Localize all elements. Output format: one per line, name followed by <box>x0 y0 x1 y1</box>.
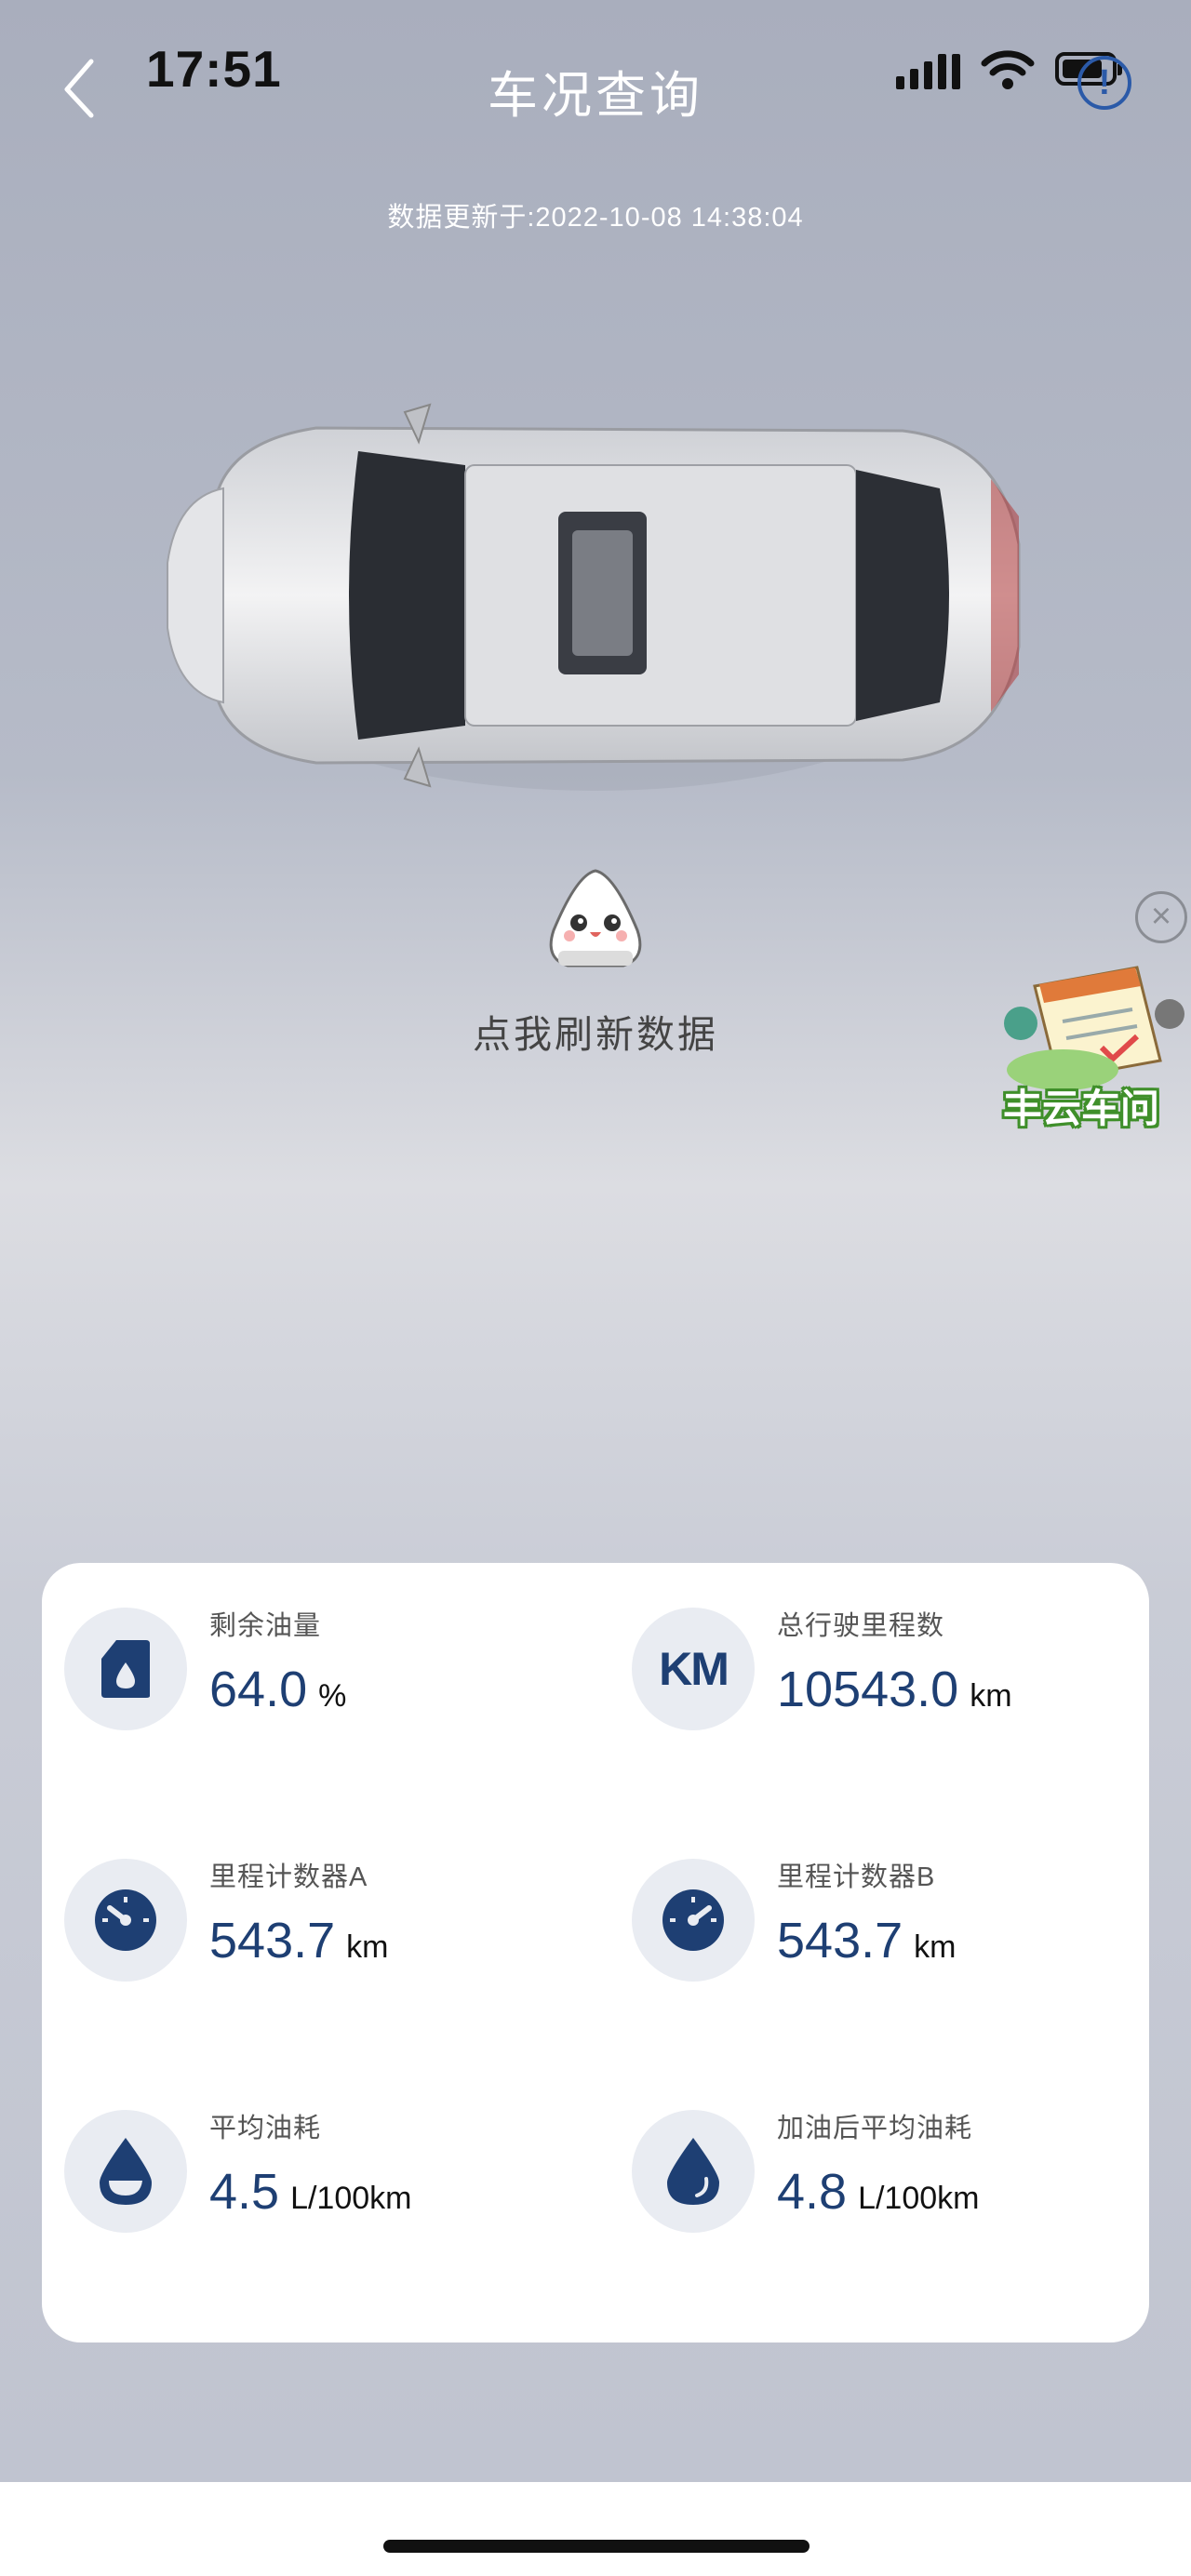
fuel-drop-icon <box>632 2110 755 2233</box>
stat-value: 4.8 L/100km <box>777 2163 979 2221</box>
alert-button[interactable]: ! <box>1077 56 1131 110</box>
speedometer-icon <box>64 1859 187 1982</box>
floating-widget-label: 丰云车问 <box>1003 1087 1160 1130</box>
stat-value: 64.0% <box>209 1661 346 1718</box>
stat-number: 4.5 <box>209 2164 280 2220</box>
stat-label: 平均油耗 <box>209 2114 322 2143</box>
floating-assistant-widget[interactable]: 丰云车问 <box>997 958 1191 1135</box>
km-icon: KM <box>632 1608 755 1730</box>
stat-number: 10543.0 <box>777 1662 959 1717</box>
data-update-time: 数据更新于:2022-10-08 14:38:04 <box>387 203 804 233</box>
close-floating-widget-button[interactable]: × <box>1135 891 1187 943</box>
stat-remaining-fuel: 剩余油量 64.0% <box>42 1563 582 1749</box>
stat-unit: km <box>346 1929 389 1965</box>
stat-value: 4.5 L/100km <box>209 2163 411 2221</box>
rice-ball-mascot-icon[interactable] <box>540 865 651 972</box>
stat-average-fuel-consumption: 平均油耗 4.5 L/100km <box>42 2065 582 2251</box>
screen: 17:51 车况查询 ! 数据更新于:2022-10-08 14:38:04 点… <box>0 0 1191 2576</box>
stat-unit: L/100km <box>290 2181 412 2216</box>
fuel-tank-icon <box>64 1608 187 1730</box>
stat-number: 64.0 <box>209 1662 308 1717</box>
stat-value: 543.7 km <box>209 1912 388 1969</box>
stat-number: 543.7 <box>209 1913 336 1969</box>
fuel-drop-icon <box>64 2110 187 2233</box>
vehicle-stats-card: 剩余油量 64.0% KM 总行驶里程数 10543.0 km 里程计数器A 54… <box>42 1563 1149 2342</box>
stat-unit: L/100km <box>858 2181 980 2216</box>
stat-label: 里程计数器A <box>209 1862 368 1892</box>
stat-label: 加油后平均油耗 <box>777 2114 973 2143</box>
stat-trip-b: 里程计数器B 543.7 km <box>609 1814 1149 2000</box>
page-title: 车况查询 <box>488 68 703 124</box>
stat-trip-a: 里程计数器A 543.7 km <box>42 1814 582 2000</box>
stat-post-refuel-fuel-consumption: 加油后平均油耗 4.8 L/100km <box>609 2065 1149 2251</box>
home-indicator[interactable] <box>383 2540 810 2553</box>
stat-label: 剩余油量 <box>209 1611 322 1641</box>
stat-label: 总行驶里程数 <box>777 1611 945 1641</box>
bottom-bar <box>0 2482 1191 2576</box>
stat-label: 里程计数器B <box>777 1862 936 1892</box>
stat-unit: km <box>914 1929 957 1965</box>
stat-value: 10543.0 km <box>777 1661 1012 1718</box>
stat-total-mileage: KM 总行驶里程数 10543.0 km <box>609 1563 1149 1749</box>
car-top-view-image <box>167 403 1021 791</box>
speedometer-icon <box>632 1859 755 1982</box>
stat-number: 4.8 <box>777 2164 848 2220</box>
stat-unit: km <box>970 1678 1012 1714</box>
km-icon-text: KM <box>659 1643 729 1695</box>
stat-number: 543.7 <box>777 1913 903 1969</box>
stat-value: 543.7 km <box>777 1912 956 1969</box>
stat-unit: % <box>318 1678 347 1714</box>
